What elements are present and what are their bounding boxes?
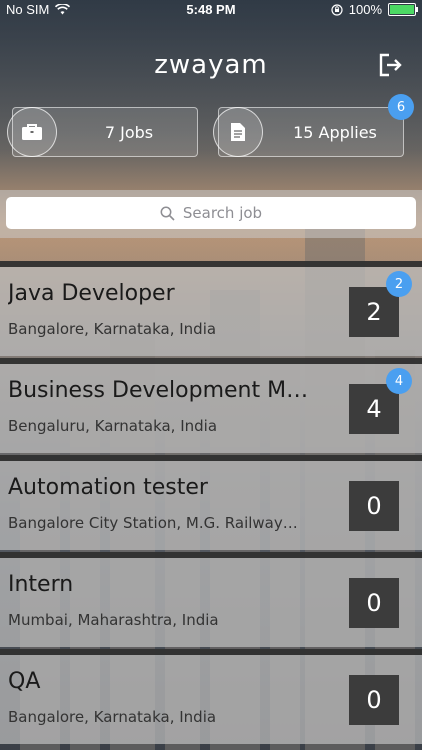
jobs-count-label: 7 Jobs [104,122,154,142]
search-icon [160,206,175,221]
jobs-stat-button[interactable]: 7 Jobs [7,107,198,157]
job-applicant-count: 0 [349,578,399,628]
briefcase-icon [22,124,42,140]
logout-icon [379,53,402,77]
job-location: Bangalore City Station, M.G. Railway… [8,514,298,532]
search-placeholder: Search job [182,204,263,222]
job-title: Intern [8,572,74,597]
applies-stat-button[interactable]: 15 Applies 6 [213,94,414,157]
job-list-item[interactable]: QA Bangalore, Karnataka, India 0 [0,649,422,744]
job-applicant-count: 0 [349,481,399,531]
job-title: Business Development M… [8,378,309,403]
job-applicant-count: 0 [349,675,399,725]
job-new-badge: 4 [386,368,412,394]
job-location: Mumbai, Maharashtra, India [8,611,219,629]
job-title: Java Developer [8,281,175,306]
job-title: QA [8,669,41,694]
job-title: Automation tester [8,475,208,500]
jobs-icon-circle [7,107,57,157]
document-icon [231,123,245,141]
status-bar: No SIM 5:48 PM 100% [0,0,422,20]
battery-icon [388,3,418,16]
app-header: zwayam [0,40,422,90]
job-list-item[interactable]: Java Developer Bangalore, Karnataka, Ind… [0,261,422,356]
rotation-lock-icon [331,3,343,16]
applies-badge: 6 [388,94,414,120]
job-location: Bengaluru, Karnataka, India [8,417,218,435]
battery-percent: 100% [348,2,382,17]
logout-button[interactable] [378,52,404,78]
job-list-item[interactable]: Intern Mumbai, Maharashtra, India 0 [0,552,422,647]
job-location: Bangalore, Karnataka, India [8,320,217,338]
job-new-badge: 2 [386,271,412,297]
applies-icon-circle [213,107,263,157]
app-logo: zwayam [154,50,268,80]
applies-count-label: 15 Applies [293,122,377,142]
job-list-item[interactable]: Automation tester Bangalore City Station… [0,455,422,550]
job-list-item[interactable]: Business Development M… Bengaluru, Karna… [0,358,422,453]
search-input[interactable]: Search job [6,197,416,229]
job-location: Bangalore, Karnataka, India [8,708,217,726]
